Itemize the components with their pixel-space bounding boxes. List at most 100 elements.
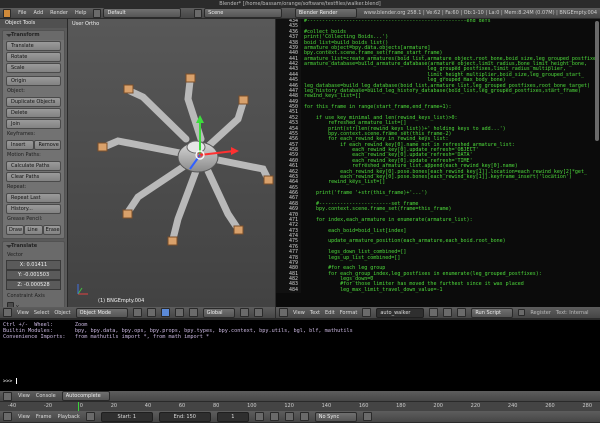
transform-panel-title[interactable]: Transform bbox=[3, 31, 64, 40]
blender-logo-icon[interactable] bbox=[3, 8, 12, 18]
screen-layout-icon[interactable] bbox=[93, 8, 102, 18]
menu-text[interactable]: Text bbox=[310, 310, 320, 316]
current-frame-field[interactable]: 1 bbox=[216, 411, 249, 422]
line-numbers-toggle-icon[interactable] bbox=[429, 308, 439, 317]
manipulator-scale-icon[interactable] bbox=[188, 308, 198, 317]
insert-keyframe-button[interactable]: Insert bbox=[6, 140, 34, 150]
vector-label: Vector bbox=[7, 252, 23, 258]
walker-model[interactable] bbox=[68, 19, 275, 307]
manipulator-translate-icon[interactable] bbox=[160, 308, 170, 317]
translate-button[interactable]: Translate bbox=[6, 41, 61, 51]
menu-select[interactable]: Select bbox=[34, 310, 49, 316]
console-prompt[interactable]: >>> bbox=[3, 377, 17, 384]
menu-format[interactable]: Format bbox=[340, 310, 358, 316]
vector-y-field[interactable]: Y: -0.001503 bbox=[6, 270, 61, 280]
text-cursor bbox=[15, 377, 17, 384]
console-output: Ctrl +/- Wheel: Zoom Builtin Modules: bp… bbox=[0, 320, 600, 342]
syntax-highlight-toggle-icon[interactable] bbox=[457, 308, 467, 317]
join-button[interactable]: Join bbox=[6, 119, 61, 129]
code-body[interactable]: #---------------------------------------… bbox=[301, 19, 600, 293]
clear-paths-button[interactable]: Clear Paths bbox=[6, 172, 61, 182]
top-info-bar: File Add Render Help Default Scene Blend… bbox=[0, 8, 600, 19]
screen-layout-select[interactable]: Default bbox=[103, 8, 182, 18]
vector-x-field[interactable]: X: 0.01411 bbox=[6, 260, 61, 270]
play-icon[interactable] bbox=[284, 412, 294, 421]
scene-select[interactable]: Scene bbox=[204, 8, 282, 18]
pivot-icon[interactable] bbox=[146, 308, 156, 317]
timeline-tick-label: -40 bbox=[8, 403, 17, 409]
calculate-paths-button[interactable]: Calculate Paths bbox=[6, 161, 61, 171]
register-label: Register bbox=[530, 309, 551, 316]
rotate-button[interactable]: Rotate bbox=[6, 52, 61, 62]
duplicate-objects-button[interactable]: Duplicate Objects bbox=[6, 97, 61, 107]
menu-add[interactable]: Add bbox=[33, 10, 43, 16]
python-console[interactable]: Ctrl +/- Wheel: Zoom Builtin Modules: bp… bbox=[0, 319, 600, 391]
menu-edit[interactable]: Edit bbox=[325, 310, 335, 316]
timeline-tick-label: 40 bbox=[144, 403, 152, 409]
autocomplete-button[interactable]: Autocomplete bbox=[61, 391, 110, 401]
editor-type-icon[interactable] bbox=[279, 308, 288, 317]
scale-button[interactable]: Scale bbox=[6, 63, 61, 73]
grease-line-button[interactable]: Line bbox=[24, 225, 43, 235]
text-internal-label: Text: Internal bbox=[555, 309, 589, 316]
remove-keyframe-button[interactable]: Remove bbox=[33, 140, 61, 150]
editor-type-icon[interactable] bbox=[3, 308, 12, 317]
timeline-tick-label: 60 bbox=[178, 403, 186, 409]
shading-icon[interactable] bbox=[132, 308, 142, 317]
history-button[interactable]: History... bbox=[6, 204, 61, 214]
line-number: 484 bbox=[288, 286, 298, 293]
menu-file[interactable]: File bbox=[18, 10, 26, 16]
tool-shelf: Object Tools Transform Translate Rotate … bbox=[0, 19, 68, 331]
current-frame-indicator[interactable] bbox=[78, 402, 79, 411]
code-line[interactable]: leg_max_limit_travel_down_value=-1 bbox=[304, 287, 600, 293]
text-scrollbar[interactable] bbox=[595, 21, 599, 141]
snap-icon[interactable] bbox=[253, 308, 263, 317]
end-frame-field[interactable]: End: 150 bbox=[158, 411, 211, 422]
start-frame-field[interactable]: Start: 1 bbox=[100, 411, 153, 422]
keying-set-icon[interactable] bbox=[362, 412, 372, 421]
menu-console[interactable]: Console bbox=[36, 393, 56, 399]
vector-z-field[interactable]: Z: -0.000528 bbox=[6, 280, 61, 290]
editor-type-icon[interactable] bbox=[3, 412, 12, 421]
play-reverse-icon[interactable] bbox=[269, 412, 279, 421]
sync-select[interactable]: No Sync bbox=[314, 411, 357, 422]
jump-start-icon[interactable] bbox=[254, 412, 264, 421]
render-engine-select[interactable]: Blender Render bbox=[294, 8, 357, 18]
editor-type-icon[interactable] bbox=[3, 391, 12, 401]
menu-playback[interactable]: Playback bbox=[57, 414, 79, 420]
repeat-last-button[interactable]: Repeat Last bbox=[6, 193, 61, 203]
text-file-name[interactable]: auto_walker bbox=[376, 307, 425, 318]
menu-frame[interactable]: Frame bbox=[36, 414, 52, 420]
x-axis-arrow-icon[interactable] bbox=[231, 147, 239, 155]
text-datablock-icon[interactable] bbox=[362, 308, 372, 317]
timeline-ruler[interactable]: -40 -20 0 20 40 60 80 100 120 140 160 180 200 220 240 2… bbox=[0, 402, 600, 411]
delete-button[interactable]: Delete bbox=[6, 108, 61, 118]
menu-view[interactable]: View bbox=[18, 393, 30, 399]
manipulator-rotate-icon[interactable] bbox=[174, 308, 184, 317]
timeline-ticks: -40 -20 0 20 40 60 80 100 120 140 160 180 200 220 240 2… bbox=[0, 402, 600, 411]
menu-render[interactable]: Render bbox=[50, 10, 68, 16]
register-checkbox[interactable] bbox=[518, 309, 526, 316]
mode-select[interactable]: Object Mode bbox=[75, 307, 128, 318]
run-script-button[interactable]: Run Script bbox=[471, 307, 514, 318]
grease-erase-button[interactable]: Erase bbox=[42, 225, 61, 235]
menu-object[interactable]: Object bbox=[54, 310, 70, 316]
menu-view[interactable]: View bbox=[18, 414, 30, 420]
jump-end-icon[interactable] bbox=[299, 412, 309, 421]
word-wrap-toggle-icon[interactable] bbox=[443, 308, 453, 317]
grease-draw-button[interactable]: Draw bbox=[6, 225, 25, 235]
origin-button[interactable]: Origin bbox=[6, 76, 61, 86]
menu-view[interactable]: View bbox=[17, 310, 29, 316]
translate-operator-title[interactable]: Translate bbox=[3, 242, 64, 251]
menu-view[interactable]: View bbox=[293, 310, 305, 316]
tool-shelf-tab[interactable]: Object Tools bbox=[0, 19, 67, 28]
3d-viewport[interactable]: User Ortho (1) BNGEmpty.004 bbox=[68, 19, 275, 307]
orientation-select[interactable]: Global bbox=[202, 307, 235, 318]
scene-icon[interactable] bbox=[194, 8, 203, 18]
layer-icon[interactable] bbox=[239, 308, 249, 317]
menu-help[interactable]: Help bbox=[75, 10, 86, 16]
foot bbox=[122, 209, 133, 219]
text-editor[interactable]: 434 435 436 437 438 439 440 441 442 443 444 445 446 4… bbox=[275, 19, 600, 307]
keyframes-section-label: Keyframes: bbox=[7, 131, 36, 137]
record-icon[interactable] bbox=[85, 412, 95, 421]
